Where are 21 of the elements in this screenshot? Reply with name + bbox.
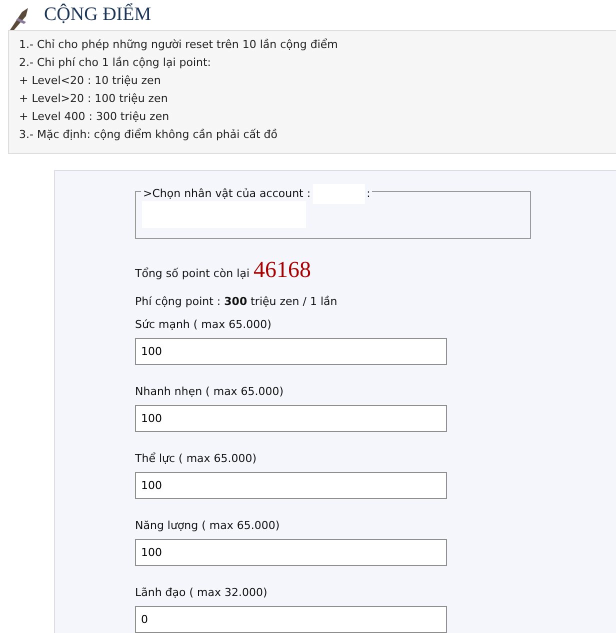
- field-label: Thể lực ( max 65.000): [135, 452, 258, 466]
- field-label: Nhanh nhẹn ( max 65.000): [135, 385, 285, 399]
- input-field[interactable]: 100: [135, 338, 447, 365]
- points-label: Tổng số point còn lại: [135, 267, 250, 280]
- field-label: Sức mạnh ( max 65.000): [135, 318, 272, 332]
- input-field[interactable]: 100: [135, 539, 447, 566]
- input-field[interactable]: 0: [135, 606, 447, 633]
- note-line: 2.- Chi phí cho 1 lần cộng lại point:: [19, 55, 212, 71]
- field-label: Lãnh đạo ( max 32.000): [135, 586, 268, 600]
- fee-text: Phí cộng point : 300 triệu zen / 1 lần: [135, 295, 338, 308]
- page-title: CỘNG ĐIỂM: [44, 2, 152, 27]
- note-line: 3.- Mặc định: cộng điểm không cần phải cất đồ: [19, 127, 279, 143]
- note-line: + Level>20 : 100 triệu zen: [19, 91, 169, 107]
- points-value: 46168: [254, 257, 312, 283]
- field-label: Năng lượng ( max 65.000): [135, 519, 281, 533]
- note-line: 1.- Chỉ cho phép những người reset trên 10 lần cộng điểm: [19, 37, 339, 53]
- note-line: + Level 400 : 300 triệu zen: [19, 109, 170, 125]
- input-field[interactable]: 100: [135, 405, 447, 432]
- input-field[interactable]: 100: [135, 472, 447, 499]
- fieldset-legend: >Chọn nhân vật của account :: [141, 187, 313, 201]
- note-line: + Level<20 : 10 triệu zen: [19, 73, 162, 89]
